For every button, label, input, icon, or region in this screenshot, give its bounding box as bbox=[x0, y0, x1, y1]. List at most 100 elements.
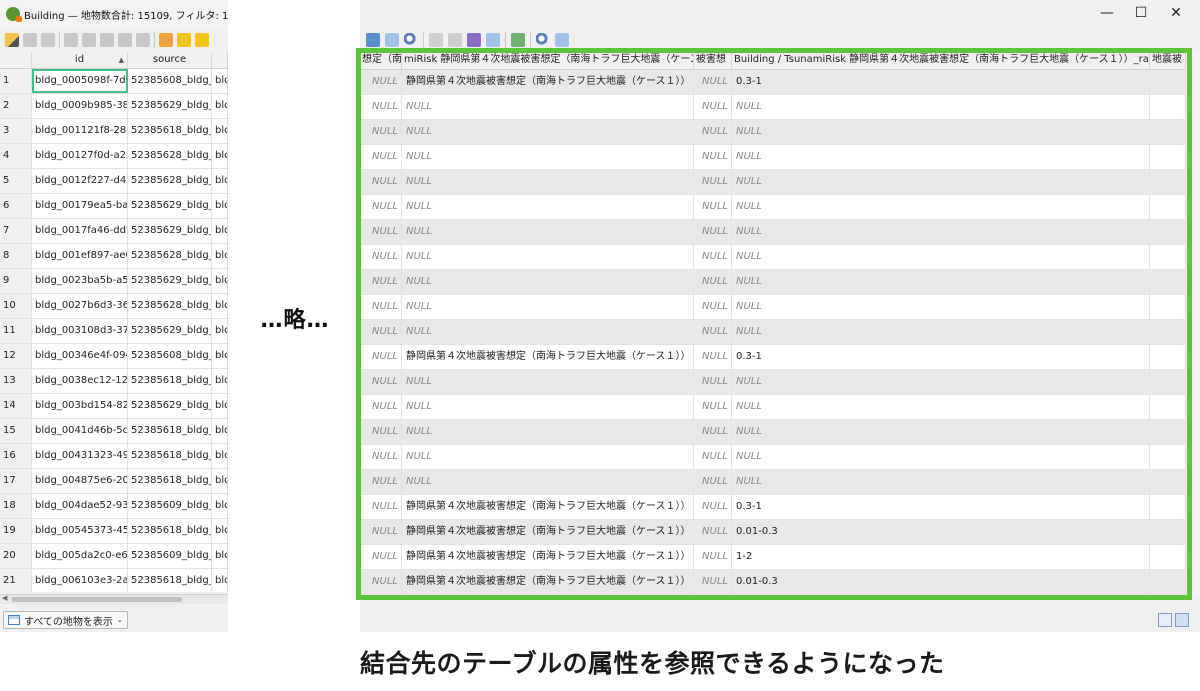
table-cell[interactable]: NULL bbox=[694, 370, 732, 394]
column-header-id[interactable]: id ▲ bbox=[32, 52, 128, 68]
table-cell[interactable] bbox=[1150, 570, 1186, 594]
table-cell[interactable]: 静岡県第４次地震被害想定（南海トラフ巨大地震（ケース１）） bbox=[402, 545, 694, 569]
table-row[interactable]: 2bldg_0009b985-38...52385629_bldg_...bld bbox=[0, 94, 228, 119]
table-cell[interactable]: NULL bbox=[360, 120, 402, 144]
table-cell[interactable]: NULL bbox=[402, 220, 694, 244]
column-header-3[interactable] bbox=[212, 52, 228, 68]
table-row[interactable]: NULL NULL NULL NULL bbox=[360, 295, 1186, 320]
table-cell[interactable]: 0.3-1 bbox=[732, 70, 1150, 94]
table-row[interactable]: NULL NULL NULL NULL bbox=[360, 245, 1186, 270]
cell-source[interactable]: 52385618_bldg_... bbox=[128, 469, 212, 493]
table-cell[interactable]: NULL bbox=[360, 145, 402, 169]
table-cell[interactable]: NULL bbox=[360, 95, 402, 119]
table-row[interactable]: NULL 静岡県第４次地震被害想定（南海トラフ巨大地震（ケース１）） NULL 0.3… bbox=[360, 495, 1186, 520]
invert-selection-icon[interactable] bbox=[195, 33, 209, 47]
cell-3[interactable]: bld bbox=[212, 544, 228, 568]
cell-source[interactable]: 52385628_bldg_... bbox=[128, 294, 212, 318]
table-row[interactable]: NULL NULL NULL NULL bbox=[360, 145, 1186, 170]
cell-source[interactable]: 52385629_bldg_... bbox=[128, 394, 212, 418]
table-row[interactable]: NULL NULL NULL NULL bbox=[360, 320, 1186, 345]
table-row[interactable]: 8bldg_001ef897-ae0...52385628_bldg_...bl… bbox=[0, 244, 228, 269]
table-row[interactable]: NULL NULL NULL NULL bbox=[360, 220, 1186, 245]
cell-id[interactable]: bldg_003bd154-82... bbox=[32, 394, 128, 418]
cell-source[interactable]: 52385629_bldg_... bbox=[128, 219, 212, 243]
cell-source[interactable]: 52385618_bldg_... bbox=[128, 444, 212, 468]
minimize-button[interactable]: — bbox=[1088, 0, 1126, 26]
table-cell[interactable] bbox=[1150, 545, 1186, 569]
table-cell[interactable] bbox=[1150, 220, 1186, 244]
table-cell[interactable]: NULL bbox=[402, 120, 694, 144]
cell-source[interactable]: 52385618_bldg_... bbox=[128, 519, 212, 543]
cell-id[interactable]: bldg_0005098f-7d3... bbox=[32, 69, 128, 93]
table-cell[interactable]: NULL bbox=[360, 220, 402, 244]
dock-table-icon[interactable] bbox=[555, 33, 569, 47]
row-number[interactable]: 7 bbox=[0, 219, 32, 243]
table-cell[interactable]: NULL bbox=[360, 420, 402, 444]
row-number[interactable]: 12 bbox=[0, 344, 32, 368]
table-cell[interactable]: NULL bbox=[732, 445, 1150, 469]
row-number[interactable]: 14 bbox=[0, 394, 32, 418]
cell-source[interactable]: 52385608_bldg_... bbox=[128, 344, 212, 368]
table-cell[interactable]: 0.3-1 bbox=[732, 345, 1150, 369]
table-row[interactable]: 5bldg_0012f227-d42...52385628_bldg_...bl… bbox=[0, 169, 228, 194]
cell-source[interactable]: 52385608_bldg_... bbox=[128, 69, 212, 93]
table-cell[interactable]: NULL bbox=[694, 145, 732, 169]
table-cell[interactable]: NULL bbox=[694, 120, 732, 144]
cell-id[interactable]: bldg_004875e6-20... bbox=[32, 469, 128, 493]
row-number[interactable]: 17 bbox=[0, 469, 32, 493]
column-header-4[interactable]: Building / TsunamiRisk 静岡県第４次地震被害想定（南海トラ… bbox=[732, 50, 1150, 69]
table-cell[interactable]: NULL bbox=[360, 70, 402, 94]
table-cell[interactable]: NULL bbox=[360, 520, 402, 544]
table-cell[interactable]: NULL bbox=[360, 470, 402, 494]
table-row[interactable]: 6bldg_00179ea5-ba...52385629_bldg_...bld bbox=[0, 194, 228, 219]
table-row[interactable]: 17bldg_004875e6-20...52385618_bldg_...bl… bbox=[0, 469, 228, 494]
table-cell[interactable]: NULL bbox=[732, 395, 1150, 419]
table-cell[interactable] bbox=[1150, 170, 1186, 194]
select-by-expression-icon[interactable] bbox=[159, 33, 173, 47]
select-all-icon[interactable] bbox=[177, 33, 191, 47]
table-cell[interactable]: NULL bbox=[360, 545, 402, 569]
cell-id[interactable]: bldg_00431323-49... bbox=[32, 444, 128, 468]
pan-to-selection-icon[interactable] bbox=[385, 33, 399, 47]
cell-3[interactable]: bld bbox=[212, 69, 228, 93]
table-cell[interactable]: NULL bbox=[402, 470, 694, 494]
table-cell[interactable]: NULL bbox=[360, 570, 402, 594]
table-cell[interactable]: 0.01-0.3 bbox=[732, 520, 1150, 544]
cell-3[interactable]: bld bbox=[212, 94, 228, 118]
table-cell[interactable]: 0.01-0.3 bbox=[732, 570, 1150, 594]
table-cell[interactable] bbox=[1150, 295, 1186, 319]
cell-3[interactable]: bld bbox=[212, 294, 228, 318]
table-cell[interactable]: NULL bbox=[694, 470, 732, 494]
delete-field-icon[interactable] bbox=[448, 33, 462, 47]
row-number[interactable]: 11 bbox=[0, 319, 32, 343]
table-row[interactable]: NULL NULL NULL NULL bbox=[360, 420, 1186, 445]
cell-source[interactable]: 52385618_bldg_... bbox=[128, 119, 212, 143]
paste-icon[interactable] bbox=[136, 33, 150, 47]
table-cell[interactable] bbox=[1150, 245, 1186, 269]
table-row[interactable]: 20bldg_005da2c0-e6...52385609_bldg_...bl… bbox=[0, 544, 228, 569]
zoom-to-selection-icon[interactable] bbox=[404, 33, 418, 47]
table-row[interactable]: NULL NULL NULL NULL bbox=[360, 120, 1186, 145]
table-row[interactable]: NULL 静岡県第４次地震被害想定（南海トラフ巨大地震（ケース１）） NULL 0.0… bbox=[360, 570, 1186, 595]
table-row[interactable]: 14bldg_003bd154-82...52385629_bldg_...bl… bbox=[0, 394, 228, 419]
table-cell[interactable]: NULL bbox=[360, 370, 402, 394]
cell-id[interactable]: bldg_0017fa46-ddf... bbox=[32, 219, 128, 243]
cell-source[interactable]: 52385628_bldg_... bbox=[128, 169, 212, 193]
table-cell[interactable] bbox=[1150, 470, 1186, 494]
table-cell[interactable]: NULL bbox=[694, 495, 732, 519]
table-cell[interactable]: NULL bbox=[694, 320, 732, 344]
table-cell[interactable] bbox=[1150, 370, 1186, 394]
cell-3[interactable]: bld bbox=[212, 569, 228, 592]
table-cell[interactable]: NULL bbox=[360, 395, 402, 419]
cell-3[interactable]: bld bbox=[212, 444, 228, 468]
table-cell[interactable]: NULL bbox=[360, 195, 402, 219]
table-cell[interactable] bbox=[1150, 70, 1186, 94]
table-cell[interactable]: NULL bbox=[360, 245, 402, 269]
table-cell[interactable]: NULL bbox=[360, 295, 402, 319]
table-cell[interactable]: NULL bbox=[694, 245, 732, 269]
table-cell[interactable] bbox=[1150, 395, 1186, 419]
table-cell[interactable]: NULL bbox=[694, 195, 732, 219]
row-number[interactable]: 20 bbox=[0, 544, 32, 568]
table-cell[interactable]: 静岡県第４次地震被害想定（南海トラフ巨大地震（ケース１）） bbox=[402, 70, 694, 94]
row-number[interactable]: 10 bbox=[0, 294, 32, 318]
